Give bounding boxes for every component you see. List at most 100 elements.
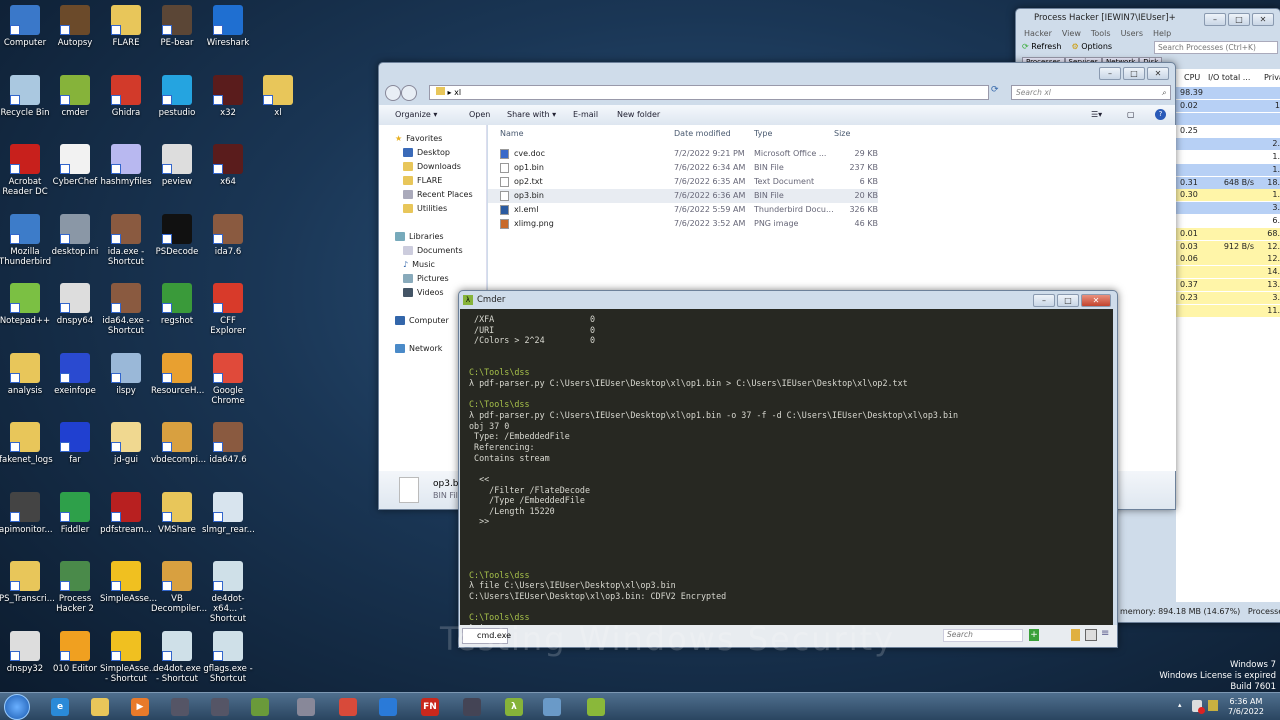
file-row[interactable]: xl.eml 7/6/2022 5:59 AM Thunderbird Docu..… <box>488 203 878 217</box>
desktop-icon-item[interactable]: Ghidra <box>100 74 152 118</box>
col-io[interactable]: I/O total ... <box>1208 73 1250 82</box>
desktop-icon-item[interactable]: ResourceH... <box>151 352 204 396</box>
process-row[interactable]: 0.01 68. <box>1176 227 1280 240</box>
desktop-icon-item[interactable]: SimpleAsse... <box>100 561 157 604</box>
desktop-icon-item[interactable]: xl <box>252 74 304 118</box>
taskbar-cmder[interactable]: λ <box>496 696 532 718</box>
desktop-icon-item[interactable]: VMShare <box>151 491 203 535</box>
taskbar-chrome[interactable] <box>330 696 366 718</box>
col-name[interactable]: Name <box>500 129 524 138</box>
organize-button[interactable]: Organize ▾ <box>395 105 437 125</box>
desktop-icon-item[interactable]: ilspy <box>100 352 152 396</box>
refresh-button[interactable]: ⟳ <box>991 85 999 95</box>
desktop-icon-item[interactable]: apimonitor... <box>0 491 53 535</box>
desktop-icon-item[interactable]: de4dot.exe - Shortcut <box>151 630 203 684</box>
desktop-icon-item[interactable]: Notepad++ <box>0 283 51 326</box>
desktop-icon-item[interactable]: ida647.6 <box>202 422 254 465</box>
process-row[interactable]: 6. <box>1176 215 1280 227</box>
desktop-icon-item[interactable]: CyberChef <box>49 144 101 187</box>
desktop-icon-item[interactable]: 010 Editor <box>49 630 101 674</box>
process-row[interactable]: 3. <box>1176 202 1280 215</box>
desktop-icon-item[interactable]: gflags.exe - Shortcut <box>202 630 254 684</box>
email-button[interactable]: E-mail <box>573 105 598 125</box>
desktop-icon-item[interactable]: cmder <box>49 74 101 118</box>
desktop-icon-item[interactable]: Mozilla Thunderbird <box>0 213 51 267</box>
col-size[interactable]: Size <box>834 129 850 138</box>
address-bar[interactable]: ▸ xl <box>429 85 989 100</box>
process-row[interactable]: 0.30 1. <box>1176 189 1280 202</box>
taskbar-file-explorer[interactable] <box>82 696 118 718</box>
nav-flare[interactable]: FLARE <box>403 176 442 185</box>
tray-show-hidden-icon[interactable]: ▴ <box>1178 701 1182 709</box>
desktop-icon-item[interactable]: Computer <box>0 5 51 48</box>
desktop-icon-item[interactable]: Autopsy <box>49 5 101 48</box>
action-center-icon[interactable] <box>1208 700 1218 711</box>
col-date[interactable]: Date modified <box>674 129 731 138</box>
refresh-button[interactable]: ⟳ Refresh <box>1022 42 1061 51</box>
close-button[interactable]: ✕ <box>1081 294 1111 307</box>
nav-favorites[interactable]: ★ Favorites <box>395 134 442 143</box>
nav-libraries[interactable]: Libraries <box>395 232 444 241</box>
taskbar-media-player[interactable]: ▶ <box>122 696 158 718</box>
process-row[interactable]: 0.37 13. <box>1176 279 1280 291</box>
nav-utilities[interactable]: Utilities <box>403 204 447 213</box>
desktop-icon-item[interactable]: dnspy32 <box>0 630 51 674</box>
desktop-icon-item[interactable]: ida7.6 <box>202 213 254 257</box>
nav-computer[interactable]: Computer <box>395 316 449 325</box>
taskbar-app-terminal[interactable] <box>162 696 198 718</box>
col-cpu[interactable]: CPU <box>1184 73 1200 82</box>
process-row[interactable]: 0.03 912 B/s 12. <box>1176 240 1280 253</box>
desktop-icon-item[interactable]: Process Hacker 2 <box>49 561 101 614</box>
desktop-icon-item[interactable]: PSDecode <box>151 213 203 257</box>
taskbar-app-green[interactable] <box>242 696 278 718</box>
view-options-icon[interactable]: ☰▾ <box>1091 105 1102 125</box>
close-button[interactable]: ✕ <box>1252 13 1274 26</box>
desktop-icon-item[interactable]: x32 <box>202 74 254 118</box>
taskbar-app-monitor[interactable] <box>202 696 238 718</box>
desktop-icon-item[interactable]: ida.exe - Shortcut <box>100 213 152 267</box>
new-tab-icon[interactable]: + <box>1029 629 1039 641</box>
process-row[interactable]: 98.39 <box>1176 87 1280 99</box>
process-row[interactable]: 0.23 3. <box>1176 291 1280 304</box>
maximize-button[interactable]: □ <box>1123 67 1145 80</box>
start-button[interactable] <box>4 694 30 720</box>
col-type[interactable]: Type <box>754 129 772 138</box>
desktop-icon-item[interactable]: x64 <box>202 144 254 187</box>
desktop-icon-item[interactable]: pdfstream... <box>100 491 152 535</box>
process-row[interactable] <box>1176 112 1280 125</box>
process-row[interactable]: 1. <box>1176 151 1280 163</box>
nav-videos[interactable]: Videos <box>403 288 444 297</box>
taskbar-internet-explorer[interactable]: e <box>42 696 78 718</box>
process-row[interactable]: 1. <box>1176 163 1280 176</box>
nav-pictures[interactable]: Pictures <box>403 274 449 283</box>
process-row[interactable]: 14. <box>1176 266 1280 279</box>
taskbar-app-fn[interactable]: FN <box>412 696 448 718</box>
desktop-icon-item[interactable]: pestudio <box>151 74 203 118</box>
desktop-icon-item[interactable]: exeinfope <box>49 352 101 396</box>
desktop-icon-item[interactable]: jd-gui <box>100 422 152 465</box>
desktop-icon-item[interactable]: PS_Transcri... <box>0 561 55 604</box>
desktop-icon-item[interactable]: FLARE <box>100 5 152 48</box>
file-row[interactable]: op3.bin 7/6/2022 6:36 AM BIN File 20 KB <box>488 189 878 203</box>
desktop-icon-item[interactable]: SimpleAsse... - Shortcut <box>100 630 157 684</box>
ph-menu-item[interactable]: Tools <box>1091 29 1111 38</box>
open-button[interactable]: Open <box>469 105 490 125</box>
cmder-search-input[interactable]: Search <box>943 629 1023 642</box>
taskbar-app-window[interactable] <box>534 696 570 718</box>
ph-process-list[interactable]: CPU I/O total ... Priva 98.39 0.02 1 0.25 2.… <box>1176 69 1280 602</box>
minimize-button[interactable]: – <box>1099 67 1121 80</box>
preview-pane-icon[interactable]: ▢ <box>1127 105 1135 125</box>
process-row[interactable]: 0.31 648 B/s 18. <box>1176 176 1280 189</box>
new-folder-button[interactable]: New folder <box>617 105 660 125</box>
search-input[interactable]: Search xl ⌕ <box>1011 85 1171 100</box>
desktop-icon-item[interactable]: desktop.ini <box>49 213 101 257</box>
desktop-icon-item[interactable]: peview <box>151 144 203 187</box>
desktop-icon-item[interactable]: de4dot-x64... - Shortcut <box>202 561 254 624</box>
process-row[interactable]: 11. <box>1176 304 1280 317</box>
file-row[interactable]: cve.doc 7/2/2022 9:21 PM Microsoft Office … <box>488 147 878 161</box>
desktop-icon-item[interactable]: Fiddler <box>49 491 101 535</box>
ph-menu-item[interactable]: Users <box>1121 29 1143 38</box>
file-row[interactable]: xlimg.png 7/6/2022 3:52 AM PNG image 46 KB <box>488 217 878 231</box>
process-row[interactable]: 2. <box>1176 138 1280 151</box>
nav-documents[interactable]: Documents <box>403 246 463 255</box>
